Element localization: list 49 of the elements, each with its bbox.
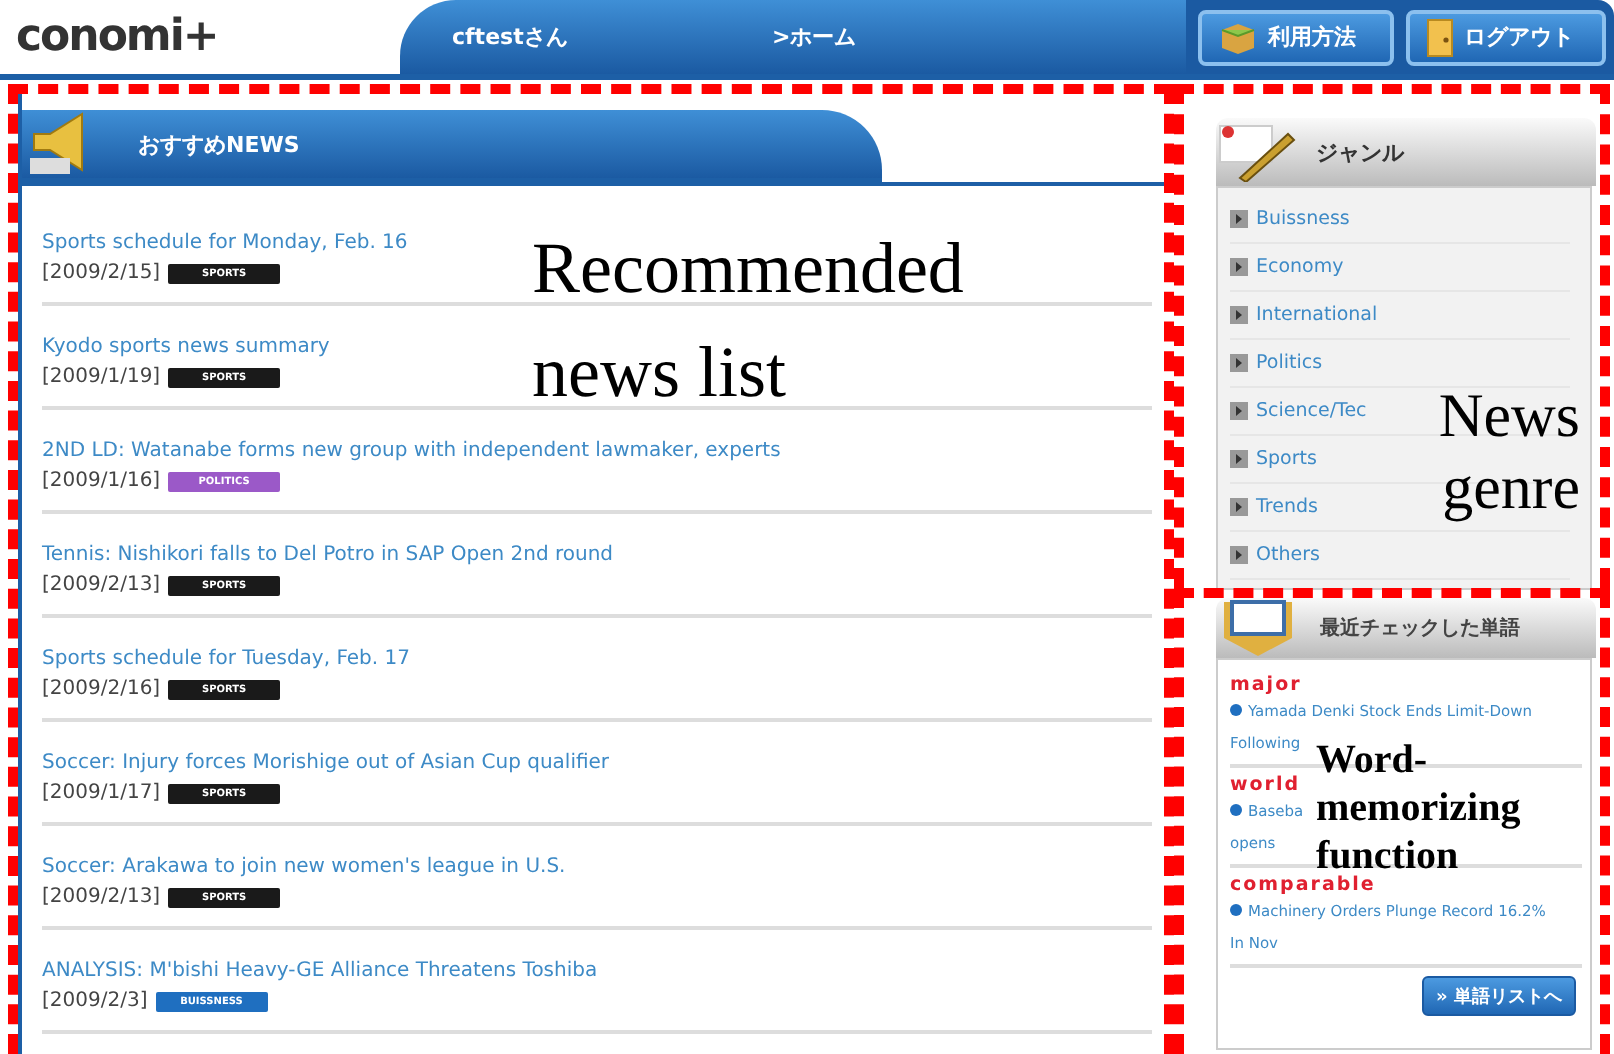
door-icon bbox=[1426, 17, 1454, 57]
news-link[interactable]: 2ND LD: Watanabe forms new group with independent lawmaker, experts bbox=[42, 440, 781, 462]
annotation-label: Recommended news list bbox=[532, 226, 966, 417]
genre-link[interactable]: Buissness bbox=[1256, 208, 1350, 230]
section-title: おすすめNEWS bbox=[138, 129, 300, 159]
help-button[interactable]: 利用方法 bbox=[1198, 9, 1394, 65]
panel-title: ジャンル bbox=[1316, 137, 1404, 167]
news-link[interactable]: Soccer: Arakawa to join new women's league in U.S. bbox=[42, 856, 566, 878]
annotation-label: News genre bbox=[1436, 380, 1580, 523]
word-list-button[interactable]: » 単語リストへ bbox=[1422, 976, 1576, 1016]
news-date: [2009/2/13] bbox=[42, 886, 161, 908]
news-link[interactable]: Soccer: Injury forces Morishige out of Asian Cup qualifier bbox=[42, 752, 610, 774]
logout-button[interactable]: ログアウト bbox=[1406, 9, 1606, 65]
genre-link[interactable]: Economy bbox=[1256, 256, 1344, 278]
user-name: cftestさん bbox=[452, 22, 570, 52]
bullet-icon bbox=[1230, 402, 1248, 420]
bullet-icon bbox=[1230, 450, 1248, 468]
panel-title: 最近チェックした単語 bbox=[1320, 615, 1520, 642]
news-link[interactable]: Kyodo sports news summary bbox=[42, 336, 330, 358]
news-date: [2009/1/17] bbox=[42, 782, 161, 804]
home-link[interactable]: >ホーム bbox=[772, 22, 857, 52]
news-link[interactable]: Sports schedule for Monday, Feb. 16 bbox=[42, 232, 408, 254]
genre-link[interactable]: International bbox=[1256, 304, 1378, 326]
word-label: world bbox=[1230, 774, 1303, 796]
box-icon bbox=[1218, 19, 1258, 55]
genre-link[interactable]: Sports bbox=[1256, 448, 1317, 470]
bullet-icon bbox=[1230, 258, 1248, 276]
news-link[interactable]: Tennis: Nishikori falls to Del Potro in SAP Open 2nd round bbox=[42, 544, 614, 566]
genre-link[interactable]: Politics bbox=[1256, 352, 1323, 374]
genre-link[interactable]: Trends bbox=[1256, 496, 1318, 518]
word-label: major bbox=[1230, 674, 1304, 696]
news-date: [2009/2/13] bbox=[42, 574, 161, 596]
news-date: [2009/2/3] bbox=[42, 990, 148, 1012]
genre-link[interactable]: Others bbox=[1256, 544, 1320, 566]
genre-link[interactable]: Science/Tec bbox=[1256, 400, 1367, 422]
annotation-label: Word-memorizing function bbox=[1316, 736, 1523, 878]
bullet-icon bbox=[1230, 354, 1248, 372]
news-date: [2009/2/15] bbox=[42, 262, 161, 284]
bullet-icon bbox=[1230, 306, 1248, 324]
news-link[interactable]: Sports schedule for Tuesday, Feb. 17 bbox=[42, 648, 410, 670]
bullet-icon bbox=[1230, 210, 1248, 228]
news-date: [2009/1/16] bbox=[42, 470, 161, 492]
bullet-icon bbox=[1230, 498, 1248, 516]
bullet-icon bbox=[1230, 546, 1248, 564]
news-link[interactable]: ANALYSIS: M'bishi Heavy-GE Alliance Threatens Toshiba bbox=[42, 960, 598, 982]
news-date: [2009/1/19] bbox=[42, 366, 161, 388]
news-date: [2009/2/16] bbox=[42, 678, 161, 700]
word-label: comparable bbox=[1230, 874, 1378, 896]
site-logo[interactable]: conomi+ bbox=[16, 15, 400, 59]
